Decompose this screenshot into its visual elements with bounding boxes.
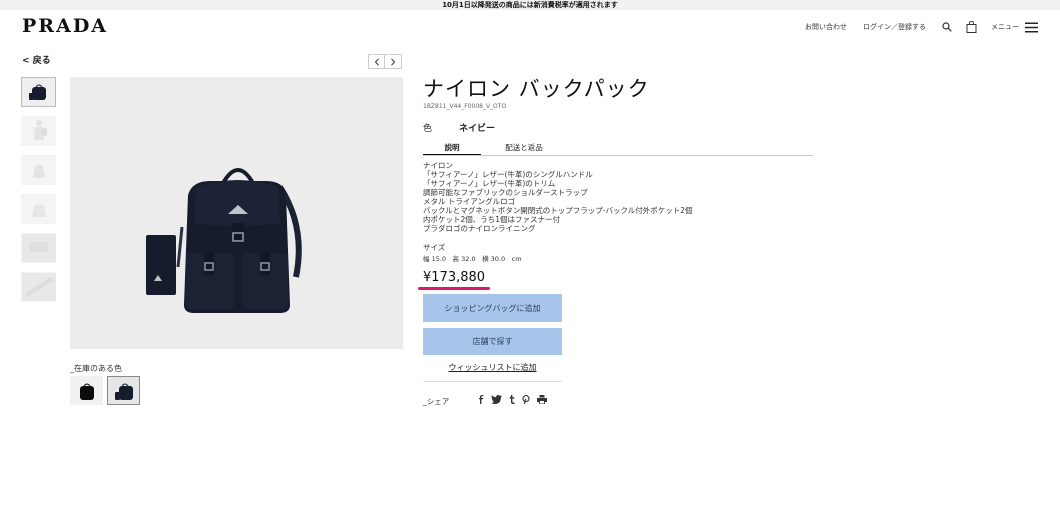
chevron-left-icon [374,57,379,66]
description-line: プラダロゴのナイロンライニング [423,224,536,233]
thumbnail-detail[interactable] [21,233,56,263]
top-navigation: お問い合わせ ログイン／登録する メニュー [805,21,1038,33]
thumbnail-model[interactable] [21,116,56,146]
thumbnail-back[interactable] [21,194,56,224]
search-icon[interactable] [942,22,952,32]
previous-image-button[interactable] [368,54,385,69]
chevron-right-icon [391,57,396,66]
product-title: ナイロン バックパック [423,77,650,101]
product-description: ナイロン 「サフィアーノ」レザー(牛革)のシングルハンドル 「サフィアーノ」レザ… [423,161,693,233]
thumbnail-front[interactable] [21,77,56,107]
tumblr-icon[interactable] [509,395,515,404]
description-line: ナイロン [423,161,453,170]
product-price: ¥173,880 [423,270,486,285]
facebook-icon[interactable] [478,395,484,404]
size-value: 幅 15.0 高 32.0 横 30.0 cm [423,255,522,263]
shopping-bag-icon[interactable] [966,21,977,33]
description-line: メタル トライアングルロゴ [423,197,516,206]
color-options [70,376,144,405]
color-row: 色 ネイビー [423,121,495,134]
menu-label[interactable]: メニュー [991,22,1019,32]
backpack-image [146,168,302,313]
color-option-navy[interactable] [107,376,140,405]
product-tabs: 説明 配送と返品 [423,141,813,156]
description-line: 「サフィアーノ」レザー(牛革)のシングルハンドル [423,170,593,179]
divider [423,381,562,382]
description-line: 調節可能なファブリックのショルダーストラップ [423,188,588,197]
thumbnail-interior[interactable] [21,272,56,302]
next-image-button[interactable] [385,54,402,69]
twitter-icon[interactable] [491,395,502,404]
login-link[interactable]: ログイン／登録する [863,22,926,32]
image-thumbnails [21,77,56,311]
description-line: バックルとマグネットボタン開閉式のトップフラップ-バックル付外ポケット2個 [423,206,693,215]
main-product-image[interactable] [70,77,403,349]
pinterest-icon[interactable] [522,395,530,404]
price-highlight-underline [418,287,490,290]
find-in-store-button[interactable]: 店舗で探す [423,328,562,355]
product-sku: 1BZ811_V44_F0008_V_OTO [423,103,507,110]
thumbnail-side[interactable] [21,155,56,185]
contact-link[interactable]: お問い合わせ [805,22,847,32]
add-to-bag-button[interactable]: ショッピングバッグに追加 [423,294,562,322]
color-value: ネイビー [459,124,496,134]
description-line: 内ポケット2個、うち1個はファスナー付 [423,215,561,224]
image-pager [368,54,402,69]
brand-logo[interactable]: PRADA [22,15,108,37]
color-label: 色 [423,124,433,134]
available-colors-label: _在庫のある色 [70,364,122,373]
back-link[interactable]: < 戻る [22,53,51,66]
print-icon[interactable] [537,395,547,404]
size-label: サイズ [423,243,446,252]
announcement-bar: 10月1日以降発送の商品には新消費税率が適用されます [0,0,1060,10]
share-label: _シェア [423,397,450,406]
tab-description[interactable]: 説明 [423,141,481,155]
description-line: 「サフィアーノ」レザー(牛革)のトリム [423,179,556,188]
share-icons [478,395,554,404]
hamburger-menu-icon[interactable] [1025,22,1038,33]
add-to-wishlist-link[interactable]: ウィッシュリストに追加 [423,362,562,373]
tab-shipping-returns[interactable]: 配送と返品 [481,141,567,155]
color-option-black[interactable] [70,376,103,405]
